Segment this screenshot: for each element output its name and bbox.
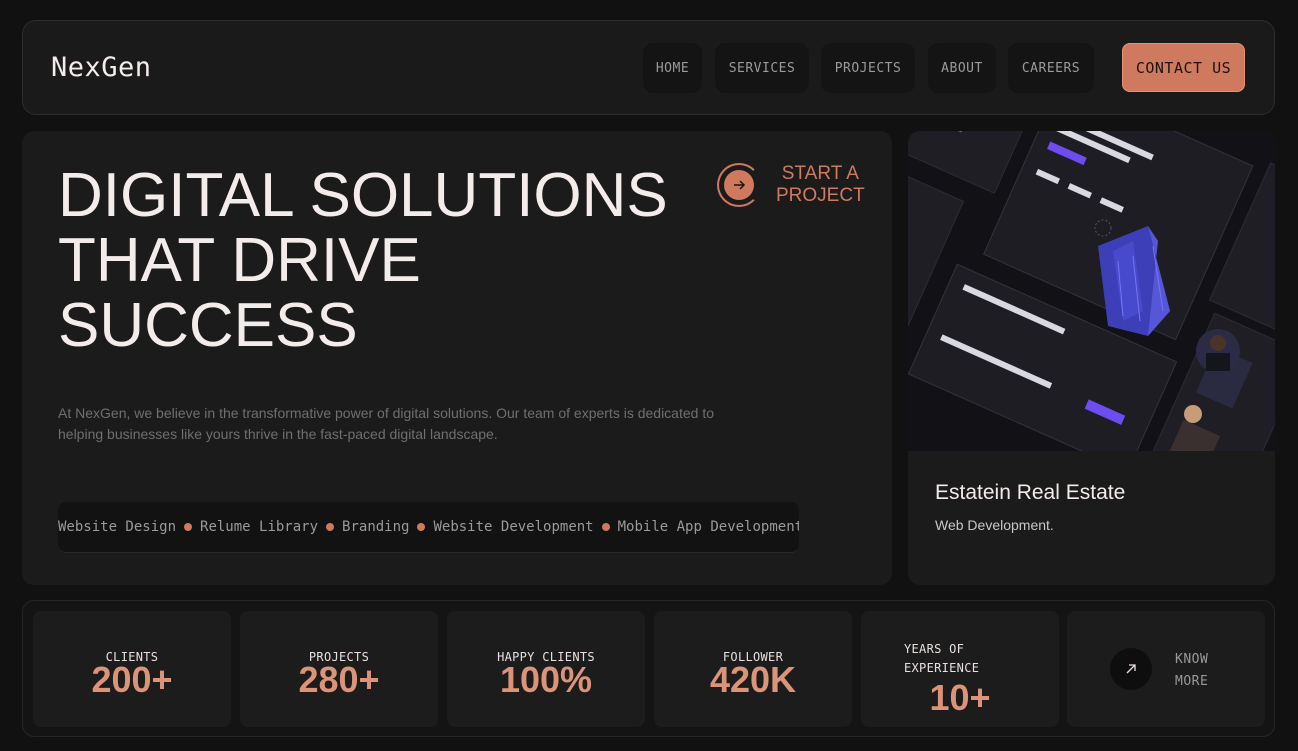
start-project-label-line: PROJECT (776, 185, 865, 206)
stat-label: YEARS OF EXPERIENCE (904, 640, 1024, 678)
nav-careers[interactable]: CAREERS (1008, 43, 1094, 93)
ticker-item: Mobile App Development (617, 519, 799, 535)
hero-description-line: helping businesses like yours thrive in … (58, 426, 498, 442)
hero-description: At NexGen, we believe in the transformat… (58, 403, 758, 445)
project-subtitle: Web Development. (935, 517, 1054, 533)
ticker-item: Website Design (58, 519, 177, 535)
bullet-dot-icon (326, 523, 335, 531)
start-project-label-line: START A (781, 163, 859, 184)
know-more-label: KNOW MORE (1175, 649, 1208, 693)
stats-bar: CLIENTS 200+ PROJECTS 280+ HAPPY CLIENTS… (22, 600, 1275, 737)
nav-projects[interactable]: PROJECTS (821, 43, 915, 93)
hero-section: DIGITAL SOLUTIONS THAT DRIVE SUCCESS STA… (22, 131, 892, 585)
contact-us-button[interactable]: CONTACT US (1122, 43, 1245, 92)
top-navigation: NexGen HOME SERVICES PROJECTS ABOUT CARE… (22, 20, 1275, 115)
ticker-item: Relume Library (200, 519, 319, 535)
start-project-ring (717, 163, 761, 207)
arrow-right-icon (724, 170, 754, 200)
stat-card-experience: YEARS OF EXPERIENCE 10+ (861, 611, 1059, 727)
stat-card-follower: FOLLOWER 420K (654, 611, 852, 727)
arrow-up-right-icon (1110, 648, 1152, 690)
know-more-button[interactable]: KNOW MORE (1067, 611, 1265, 727)
services-ticker: Website Design Relume Library Branding W… (58, 502, 799, 553)
hero-title-line: THAT DRIVE (58, 226, 421, 295)
hero-title: DIGITAL SOLUTIONS THAT DRIVE SUCCESS (58, 163, 698, 358)
nav-about[interactable]: ABOUT (928, 43, 996, 93)
project-thumbnail-image (908, 131, 1275, 451)
stat-value: 420K (709, 659, 797, 700)
stat-label-line: YEARS OF (904, 642, 965, 656)
stat-value: 280+ (298, 659, 380, 700)
nav-services[interactable]: SERVICES (715, 43, 809, 93)
know-more-label-line: KNOW (1175, 652, 1209, 667)
stat-value: 100% (499, 659, 593, 700)
bullet-dot-icon (601, 523, 610, 531)
start-project-label: START A PROJECT (776, 163, 865, 207)
start-project-button[interactable]: START A PROJECT (717, 163, 865, 207)
logo[interactable]: NexGen (51, 52, 152, 83)
stat-value: 200+ (91, 659, 173, 700)
hero-title-line: DIGITAL SOLUTIONS (58, 161, 668, 230)
stat-card-clients: CLIENTS 200+ (33, 611, 231, 727)
project-title: Estatein Real Estate (935, 481, 1126, 504)
stat-card-projects: PROJECTS 280+ (240, 611, 438, 727)
know-more-label-line: MORE (1175, 674, 1209, 689)
stat-value: 10+ (929, 677, 991, 718)
ticker-item: Branding (342, 519, 410, 535)
ticker-item: Website Development (433, 519, 594, 535)
hero-description-line: At NexGen, we believe in the transformat… (58, 405, 714, 421)
bullet-dot-icon (184, 523, 193, 531)
hero-title-line: SUCCESS (58, 291, 358, 360)
nav-home[interactable]: HOME (643, 43, 702, 93)
featured-project-card[interactable]: Estatein Real Estate Web Development. (908, 131, 1275, 585)
stat-label-line: EXPERIENCE (904, 661, 980, 675)
stat-card-happy-clients: HAPPY CLIENTS 100% (447, 611, 645, 727)
bullet-dot-icon (417, 523, 426, 531)
